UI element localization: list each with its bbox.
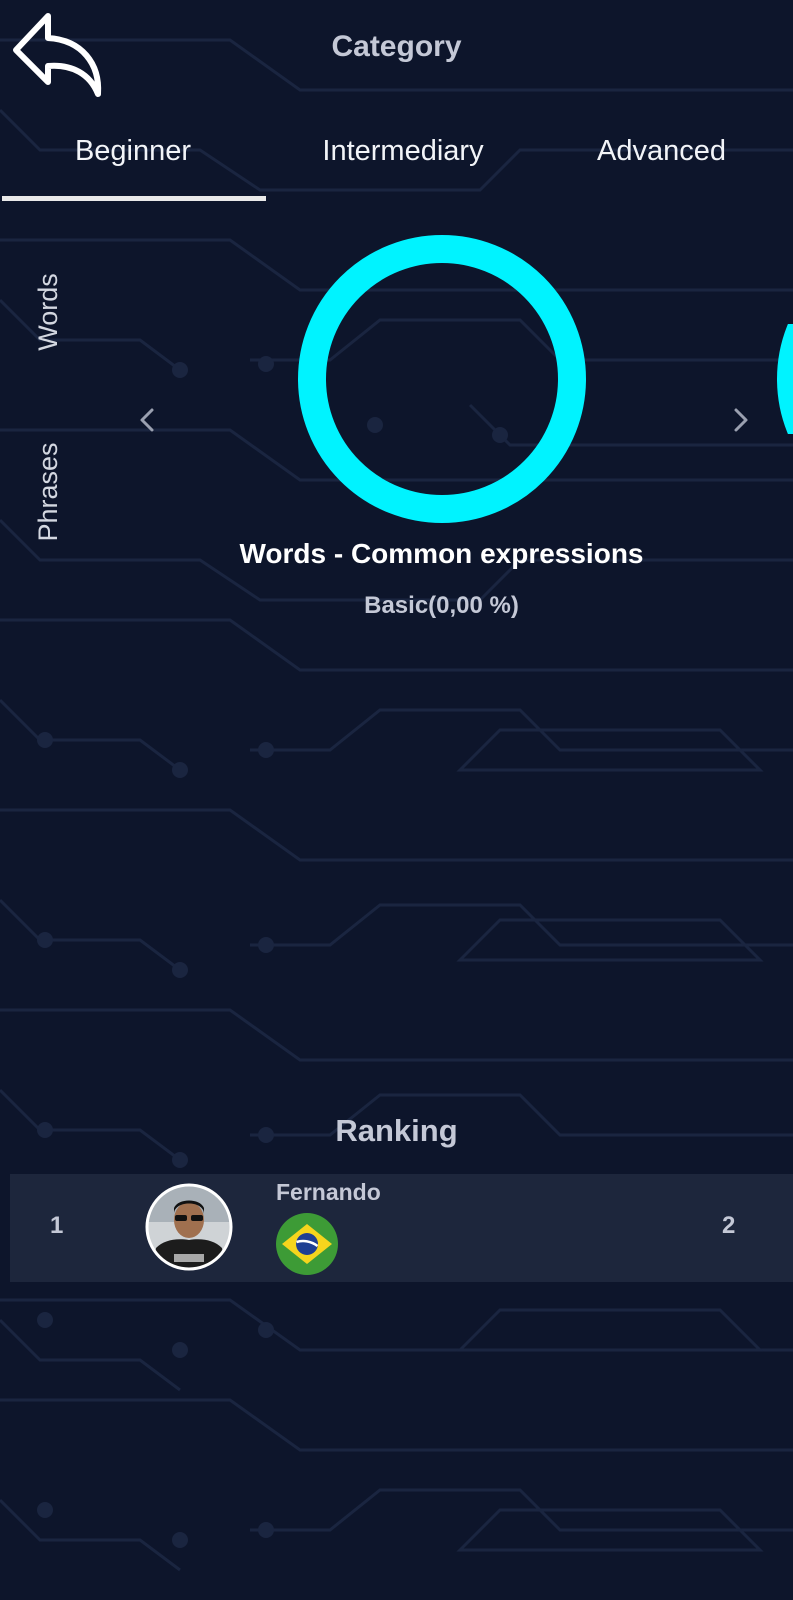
tab-beginner[interactable]: Beginner <box>0 128 266 174</box>
chevron-right-icon[interactable] <box>720 400 760 440</box>
brazil-flag-icon <box>276 1213 338 1275</box>
tab-intermediary[interactable]: Intermediary <box>270 128 536 174</box>
category-progress-ring[interactable] <box>297 234 587 524</box>
ranking-title: Ranking <box>335 1113 458 1148</box>
tab-advanced[interactable]: Advanced <box>530 128 793 174</box>
rank-position: 1 <box>50 1212 64 1239</box>
next-category-ring-peek[interactable] <box>776 324 793 434</box>
side-tab-phrases[interactable]: Phrases <box>28 372 68 612</box>
chevron-left-icon[interactable] <box>128 400 168 440</box>
player-name: Fernando <box>276 1179 381 1205</box>
avatar <box>145 1183 233 1271</box>
ranking-row[interactable]: 1 Fernando 2 <box>10 1174 793 1282</box>
category-progress-text: Basic(0,00 %) <box>364 592 519 619</box>
player-score: 2 <box>722 1212 736 1239</box>
category-title: Words - Common expressions <box>239 538 644 569</box>
page-title: Category <box>331 30 462 63</box>
